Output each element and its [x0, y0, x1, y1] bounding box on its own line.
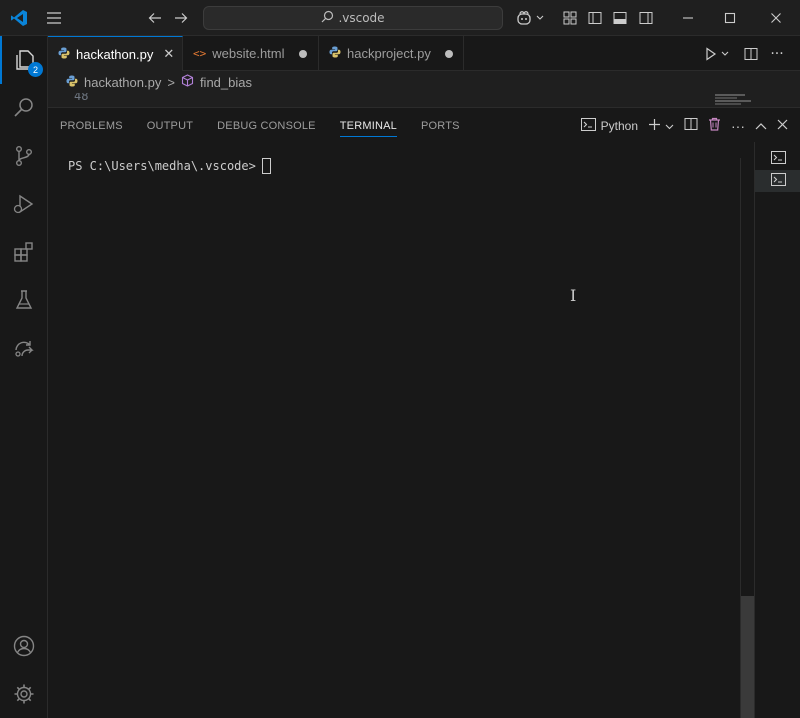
tab-output[interactable]: OUTPUT [135, 108, 205, 143]
python-icon [66, 75, 78, 90]
forward-arrow-icon[interactable] [172, 0, 190, 36]
line-number: 48 [74, 93, 89, 103]
breadcrumb-file[interactable]: hackathon.py [84, 75, 161, 90]
tab-hackproject-py[interactable]: hackproject.py [319, 36, 464, 71]
tab-label: hackproject.py [347, 46, 431, 61]
accounts-icon[interactable] [0, 622, 48, 670]
activity-bar: 2 [0, 36, 48, 718]
symbol-method-icon [181, 74, 194, 90]
extensions-icon[interactable] [0, 228, 48, 276]
back-arrow-icon[interactable] [146, 0, 164, 36]
title-bar: .vscode [0, 0, 800, 36]
python-icon [58, 47, 70, 62]
maximize-icon[interactable] [718, 0, 742, 36]
explorer-badge: 2 [28, 62, 43, 77]
toggle-panel-icon[interactable] [611, 0, 629, 36]
unsaved-dot-icon[interactable] [444, 49, 453, 58]
search-icon[interactable] [0, 84, 48, 132]
toggle-secondary-sidebar-icon[interactable] [637, 0, 655, 36]
terminal-instance-1[interactable] [755, 148, 800, 170]
split-editor-icon[interactable] [742, 36, 760, 72]
new-terminal-icon[interactable] [648, 118, 661, 134]
terminal-cursor [261, 158, 271, 174]
text-cursor-icon: I [570, 286, 577, 305]
toggle-sidebar-icon[interactable] [586, 0, 604, 36]
tab-debug-console[interactable]: DEBUG CONSOLE [205, 108, 328, 143]
search-icon [321, 10, 334, 26]
tab-website-html[interactable]: <> website.html [183, 36, 319, 71]
close-tab-icon[interactable]: ✕ [163, 46, 174, 62]
remote-explorer-icon[interactable] [0, 324, 48, 372]
terminal-prompt: PS C:\Users\medha\.vscode> [68, 159, 256, 173]
tab-label: website.html [212, 46, 285, 61]
python-icon [329, 46, 341, 61]
tab-ports[interactable]: PORTS [409, 108, 472, 143]
panel-actions: Python ··· [580, 108, 800, 143]
html-icon: <> [193, 47, 207, 60]
tab-terminal[interactable]: TERMINAL [328, 108, 409, 143]
terminal-tabs-list [754, 142, 800, 718]
command-center-search[interactable]: .vscode [203, 6, 503, 30]
terminal-icon [770, 172, 786, 190]
more-actions-icon[interactable]: ··· [731, 118, 745, 134]
terminal-instance-2[interactable] [755, 170, 800, 192]
explorer-icon[interactable]: 2 [0, 36, 48, 84]
run-debug-icon[interactable] [0, 180, 48, 228]
minimap[interactable] [713, 93, 768, 107]
terminal-profile-selector[interactable]: Python [580, 117, 638, 134]
terminal-profile-label: Python [600, 118, 638, 133]
more-actions-icon[interactable]: ··· [768, 36, 786, 72]
trash-icon[interactable] [708, 117, 721, 134]
source-control-icon[interactable] [0, 132, 48, 180]
unsaved-dot-icon[interactable] [298, 49, 307, 58]
bottom-panel: PROBLEMS OUTPUT DEBUG CONSOLE TERMINAL P… [48, 107, 800, 718]
terminal-scrollbar[interactable] [740, 158, 754, 718]
maximize-panel-icon[interactable] [755, 119, 767, 133]
editor-area[interactable]: 48 [48, 93, 800, 107]
run-python-file-icon[interactable] [702, 36, 732, 72]
copilot-icon[interactable] [514, 0, 544, 36]
editor-tab-bar: hackathon.py ✕ <> website.html hackproje… [48, 36, 800, 71]
search-text: .vscode [338, 11, 385, 25]
manage-gear-icon[interactable] [0, 670, 48, 718]
close-icon[interactable] [764, 0, 788, 36]
tab-label: hackathon.py [76, 46, 154, 62]
close-panel-icon[interactable] [777, 119, 788, 133]
terminal-icon [580, 117, 596, 134]
breadcrumb-separator: > [167, 74, 175, 90]
panel-tab-list: PROBLEMS OUTPUT DEBUG CONSOLE TERMINAL P… [48, 108, 472, 143]
terminal-icon [770, 150, 786, 168]
minimize-icon[interactable] [676, 0, 700, 36]
scrollbar-thumb[interactable] [741, 596, 754, 718]
split-terminal-icon[interactable] [684, 117, 698, 134]
menu-icon[interactable] [44, 0, 64, 36]
breadcrumb: hackathon.py > find_bias [48, 71, 800, 93]
tab-hackathon-py[interactable]: hackathon.py ✕ [48, 36, 183, 71]
terminal-output[interactable]: PS C:\Users\medha\.vscode> [68, 158, 271, 174]
chevron-down-icon[interactable] [665, 119, 674, 133]
testing-icon[interactable] [0, 276, 48, 324]
breadcrumb-symbol[interactable]: find_bias [200, 75, 252, 90]
layout-customize-icon[interactable] [561, 0, 579, 36]
vscode-logo-icon [8, 0, 30, 36]
tab-problems[interactable]: PROBLEMS [48, 108, 135, 143]
